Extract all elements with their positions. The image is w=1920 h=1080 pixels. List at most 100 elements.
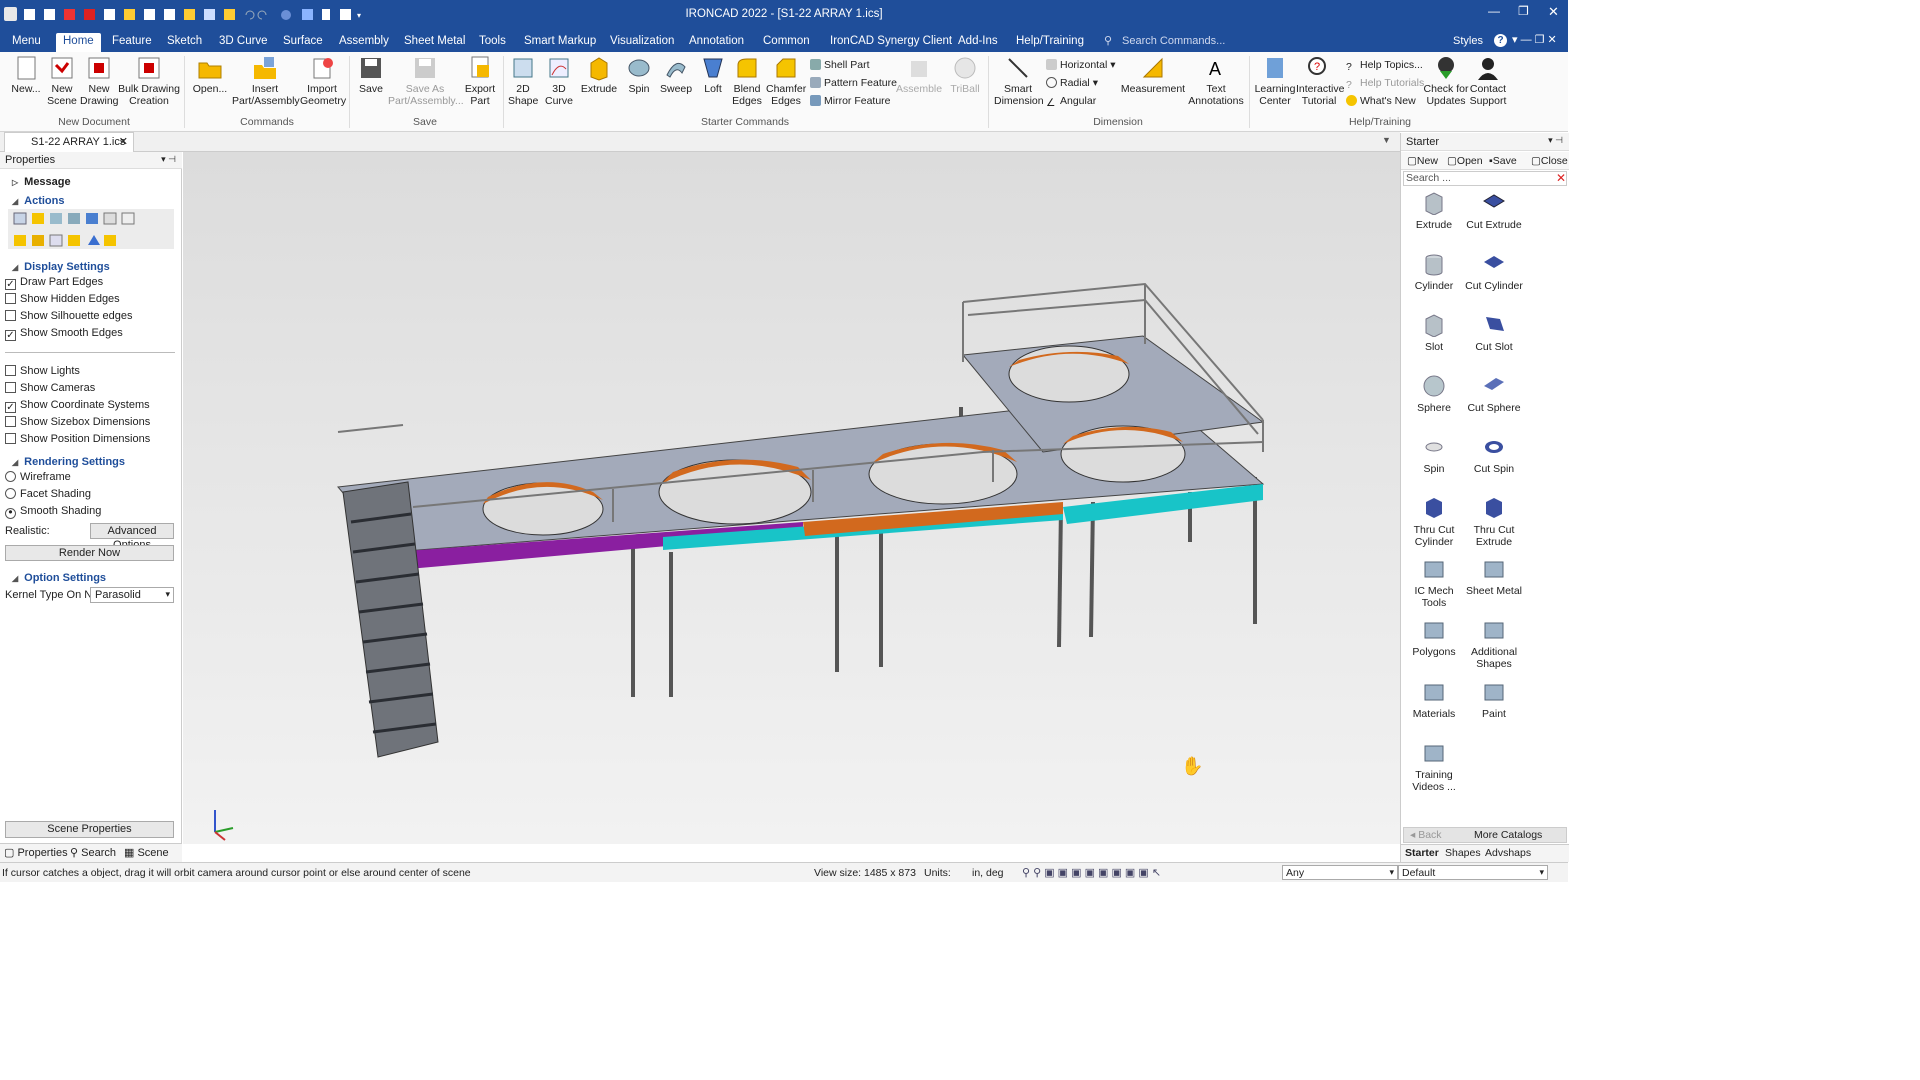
show-position-dimensions-checkbox[interactable]: Show Position Dimensions — [5, 433, 150, 445]
menu-tab-assembly[interactable]: Assembly — [335, 33, 393, 52]
learning-center-button[interactable]: Learning Center — [1254, 55, 1296, 107]
help-tutorials-button[interactable]: ? Help Tutorials — [1346, 76, 1424, 91]
tab-advshaps[interactable]: Advshaps — [1485, 847, 1531, 859]
menu-tab-menu[interactable]: Menu — [8, 33, 45, 52]
catalog-back-button[interactable]: ◂ Back — [1410, 829, 1442, 841]
loft-button[interactable]: Loft — [698, 55, 728, 95]
catalog-search-input[interactable]: Search ... ✕ — [1403, 171, 1567, 186]
help-icon[interactable]: ? — [1494, 34, 1507, 47]
actions-toolbar[interactable] — [8, 209, 174, 249]
whats-new-button[interactable]: What's New — [1346, 94, 1416, 108]
triball-button[interactable]: TriBall — [946, 55, 984, 95]
catalog-item-cut-cylinder[interactable]: Cut Cylinder — [1461, 252, 1527, 292]
view-tools-icons[interactable]: ⚲ ⚲ ▣ ▣ ▣ ▣ ▣ ▣ ▣ ▣ ↖ — [1022, 866, 1161, 879]
blend-edges-button[interactable]: Blend Edges — [730, 55, 764, 107]
show-smooth-edges-checkbox[interactable]: ✓ Show Smooth Edges — [5, 327, 123, 341]
new-drawing-button[interactable]: New Drawing — [80, 55, 119, 107]
units-value[interactable]: in, deg — [972, 867, 1004, 879]
menu-tab-help-training[interactable]: Help/Training — [1012, 33, 1088, 52]
show-hidden-edges-checkbox[interactable]: Show Hidden Edges — [5, 293, 120, 305]
measurement-button[interactable]: Measurement — [1118, 55, 1188, 95]
save-as-button[interactable]: Save As Part/Assembly... — [388, 55, 464, 107]
catalog-item-cut-spin[interactable]: Cut Spin — [1461, 435, 1527, 475]
draw-part-edges-checkbox[interactable]: ✓ Draw Part Edges — [5, 276, 103, 290]
menu-tab-sheet-metal[interactable]: Sheet Metal — [400, 33, 469, 52]
catalog-item-thru-cut-extrude[interactable]: Thru Cut Extrude — [1461, 496, 1527, 548]
interactive-tutorial-button[interactable]: ? Interactive Tutorial — [1296, 55, 1344, 107]
restore-icon[interactable]: ❐ — [1518, 4, 1529, 18]
2d-shape-button[interactable]: 2D Shape — [508, 55, 538, 107]
facet-shading-radio[interactable]: Facet Shading — [5, 488, 91, 500]
tab-properties[interactable]: ▢ Properties — [4, 846, 68, 859]
panel-pin-icon[interactable]: ▾ ⊣ — [1548, 135, 1563, 146]
kernel-type-select[interactable]: Parasolid ▾ — [90, 587, 174, 603]
section-rendering-settings[interactable]: ◢ Rendering Settings — [12, 456, 125, 468]
new-scene-button[interactable]: New Scene — [44, 55, 80, 107]
catalog-item-additional-shapes[interactable]: Additional Shapes — [1461, 618, 1527, 670]
menu-tab-smart-markup[interactable]: Smart Markup — [520, 33, 600, 52]
scene-properties-button[interactable]: Scene Properties — [5, 821, 174, 838]
text-annotations-button[interactable]: A Text Annotations — [1188, 55, 1244, 107]
import-geometry-button[interactable]: Import Geometry — [300, 55, 346, 107]
catalog-item-cut-extrude[interactable]: Cut Extrude — [1461, 191, 1527, 231]
help-topics-button[interactable]: ? Help Topics... — [1346, 58, 1423, 73]
catalog-close-button[interactable]: ▢Close — [1531, 155, 1568, 167]
shell-part-button[interactable]: Shell Part — [810, 58, 870, 72]
catalog-new-button[interactable]: ▢New — [1407, 155, 1438, 167]
menu-tab-home[interactable]: Home — [56, 33, 101, 52]
close-tab-icon[interactable]: ✕ — [119, 135, 128, 148]
section-actions[interactable]: ◢ Actions — [12, 195, 65, 207]
smart-dimension-button[interactable]: Smart Dimension — [994, 55, 1044, 107]
clear-search-icon[interactable]: ✕ — [1556, 171, 1566, 185]
render-now-button[interactable]: Render Now — [5, 545, 174, 561]
sweep-button[interactable]: Sweep — [660, 55, 692, 95]
chamfer-edges-button[interactable]: Chamfer Edges — [766, 55, 806, 107]
section-message[interactable]: ▷ Message — [12, 176, 71, 188]
show-lights-checkbox[interactable]: Show Lights — [5, 365, 80, 377]
catalog-open-button[interactable]: ▢Open — [1447, 155, 1483, 167]
more-catalogs-button[interactable]: More Catalogs — [1474, 829, 1542, 841]
3d-viewport[interactable]: ✋ — [183, 152, 1400, 844]
menu-tab-ironcad-synergy[interactable]: IronCAD Synergy Client — [826, 33, 956, 52]
export-part-button[interactable]: Export Part — [462, 55, 498, 107]
menu-tab-sketch[interactable]: Sketch — [163, 33, 206, 52]
catalog-item-extrude[interactable]: Extrude — [1401, 191, 1467, 231]
close-icon[interactable]: ✕ — [1548, 4, 1559, 20]
section-display-settings[interactable]: ◢ Display Settings — [12, 261, 110, 273]
horizontal-button[interactable]: Horizontal ▾ — [1046, 58, 1115, 72]
show-cameras-checkbox[interactable]: Show Cameras — [5, 382, 95, 394]
section-option-settings[interactable]: ◢ Option Settings — [12, 572, 106, 584]
radial-button[interactable]: Radial ▾ — [1046, 76, 1098, 90]
menu-tab-3d-curve[interactable]: 3D Curve — [215, 33, 272, 52]
platform-model[interactable]: ✋ — [183, 152, 1400, 844]
mirror-feature-button[interactable]: Mirror Feature — [810, 94, 891, 108]
catalog-item-materials[interactable]: Materials — [1401, 680, 1467, 720]
menu-tab-surface[interactable]: Surface — [279, 33, 327, 52]
bulk-drawing-button[interactable]: Bulk Drawing Creation — [118, 55, 180, 107]
menu-tab-common[interactable]: Common — [759, 33, 814, 52]
save-button[interactable]: Save — [354, 55, 388, 95]
tab-starter[interactable]: Starter — [1405, 847, 1439, 859]
doc-controls[interactable]: ▾ — ❐ ✕ — [1512, 33, 1557, 46]
styles-menu[interactable]: Styles — [1453, 35, 1483, 47]
advanced-options-button[interactable]: Advanced Options — [90, 523, 174, 551]
catalog-item-cut-slot[interactable]: Cut Slot — [1461, 313, 1527, 353]
menu-tab-feature[interactable]: Feature — [108, 33, 156, 52]
show-silhouette-edges-checkbox[interactable]: Show Silhouette edges — [5, 310, 133, 322]
wireframe-radio[interactable]: Wireframe — [5, 471, 71, 483]
catalog-item-sheet-metal[interactable]: Sheet Metal — [1461, 557, 1527, 597]
assemble-button[interactable]: Assemble — [896, 55, 942, 107]
new-button[interactable]: New... — [6, 55, 46, 95]
catalog-item-sphere[interactable]: Sphere — [1401, 374, 1467, 414]
menu-tab-annotation[interactable]: Annotation — [685, 33, 748, 52]
catalog-item-spin[interactable]: Spin — [1401, 435, 1467, 475]
search-commands-input[interactable]: Search Commands... — [1122, 35, 1225, 47]
menu-tab-add-ins[interactable]: Add-Ins — [954, 33, 1002, 52]
panel-pin-icon[interactable]: ▾ ⊣ — [161, 154, 176, 165]
smooth-shading-radio[interactable]: • Smooth Shading — [5, 505, 101, 519]
action-icons[interactable] — [8, 209, 174, 249]
contact-support-button[interactable]: Contact Support — [1466, 55, 1510, 107]
tab-scene[interactable]: ▦ Scene — [124, 846, 169, 859]
angular-button[interactable]: ∠ Angular — [1046, 94, 1096, 109]
catalog-item-training-videos[interactable]: Training Videos ... — [1401, 741, 1467, 793]
